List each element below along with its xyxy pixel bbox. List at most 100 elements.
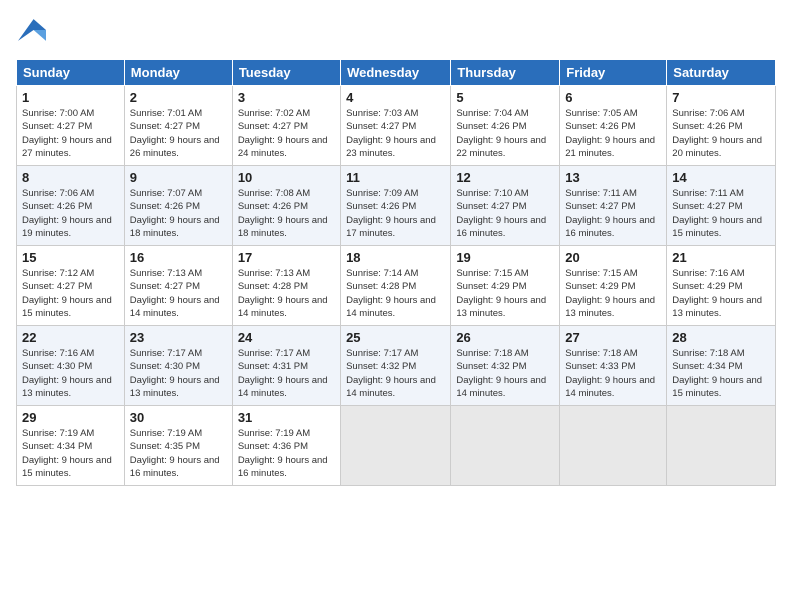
day-number: 16 (130, 250, 227, 265)
calendar-cell: 19 Sunrise: 7:15 AMSunset: 4:29 PMDaylig… (451, 246, 560, 326)
calendar-cell: 17 Sunrise: 7:13 AMSunset: 4:28 PMDaylig… (232, 246, 340, 326)
day-info: Sunrise: 7:16 AMSunset: 4:30 PMDaylight:… (22, 348, 112, 399)
day-info: Sunrise: 7:07 AMSunset: 4:26 PMDaylight:… (130, 188, 220, 239)
calendar-cell: 30 Sunrise: 7:19 AMSunset: 4:35 PMDaylig… (124, 406, 232, 486)
calendar-cell: 6 Sunrise: 7:05 AMSunset: 4:26 PMDayligh… (560, 86, 667, 166)
weekday-header-friday: Friday (560, 60, 667, 86)
calendar-week-row: 29 Sunrise: 7:19 AMSunset: 4:34 PMDaylig… (17, 406, 776, 486)
weekday-header-wednesday: Wednesday (341, 60, 451, 86)
day-number: 10 (238, 170, 335, 185)
day-number: 3 (238, 90, 335, 105)
calendar-cell: 23 Sunrise: 7:17 AMSunset: 4:30 PMDaylig… (124, 326, 232, 406)
day-info: Sunrise: 7:05 AMSunset: 4:26 PMDaylight:… (565, 108, 655, 159)
day-info: Sunrise: 7:02 AMSunset: 4:27 PMDaylight:… (238, 108, 328, 159)
day-number: 24 (238, 330, 335, 345)
calendar-body: 1 Sunrise: 7:00 AMSunset: 4:27 PMDayligh… (17, 86, 776, 486)
header (16, 16, 776, 49)
day-info: Sunrise: 7:18 AMSunset: 4:34 PMDaylight:… (672, 348, 762, 399)
day-number: 20 (565, 250, 661, 265)
day-number: 23 (130, 330, 227, 345)
calendar-cell: 5 Sunrise: 7:04 AMSunset: 4:26 PMDayligh… (451, 86, 560, 166)
calendar-cell (560, 406, 667, 486)
calendar-cell: 18 Sunrise: 7:14 AMSunset: 4:28 PMDaylig… (341, 246, 451, 326)
day-info: Sunrise: 7:13 AMSunset: 4:27 PMDaylight:… (130, 268, 220, 319)
day-info: Sunrise: 7:14 AMSunset: 4:28 PMDaylight:… (346, 268, 436, 319)
day-info: Sunrise: 7:11 AMSunset: 4:27 PMDaylight:… (672, 188, 762, 239)
day-info: Sunrise: 7:19 AMSunset: 4:34 PMDaylight:… (22, 428, 112, 479)
day-info: Sunrise: 7:00 AMSunset: 4:27 PMDaylight:… (22, 108, 112, 159)
day-number: 13 (565, 170, 661, 185)
weekday-header-thursday: Thursday (451, 60, 560, 86)
day-info: Sunrise: 7:06 AMSunset: 4:26 PMDaylight:… (22, 188, 112, 239)
day-number: 21 (672, 250, 770, 265)
day-number: 25 (346, 330, 445, 345)
day-number: 12 (456, 170, 554, 185)
day-number: 2 (130, 90, 227, 105)
day-info: Sunrise: 7:17 AMSunset: 4:30 PMDaylight:… (130, 348, 220, 399)
day-info: Sunrise: 7:18 AMSunset: 4:32 PMDaylight:… (456, 348, 546, 399)
calendar-cell: 22 Sunrise: 7:16 AMSunset: 4:30 PMDaylig… (17, 326, 125, 406)
day-number: 19 (456, 250, 554, 265)
day-info: Sunrise: 7:16 AMSunset: 4:29 PMDaylight:… (672, 268, 762, 319)
day-info: Sunrise: 7:09 AMSunset: 4:26 PMDaylight:… (346, 188, 436, 239)
day-number: 28 (672, 330, 770, 345)
day-info: Sunrise: 7:15 AMSunset: 4:29 PMDaylight:… (456, 268, 546, 319)
calendar-cell: 28 Sunrise: 7:18 AMSunset: 4:34 PMDaylig… (667, 326, 776, 406)
day-info: Sunrise: 7:03 AMSunset: 4:27 PMDaylight:… (346, 108, 436, 159)
weekday-header-tuesday: Tuesday (232, 60, 340, 86)
calendar-week-row: 8 Sunrise: 7:06 AMSunset: 4:26 PMDayligh… (17, 166, 776, 246)
calendar-cell: 8 Sunrise: 7:06 AMSunset: 4:26 PMDayligh… (17, 166, 125, 246)
day-info: Sunrise: 7:17 AMSunset: 4:31 PMDaylight:… (238, 348, 328, 399)
calendar-header-row: SundayMondayTuesdayWednesdayThursdayFrid… (17, 60, 776, 86)
day-number: 14 (672, 170, 770, 185)
day-number: 27 (565, 330, 661, 345)
day-info: Sunrise: 7:11 AMSunset: 4:27 PMDaylight:… (565, 188, 655, 239)
day-number: 9 (130, 170, 227, 185)
calendar-cell: 29 Sunrise: 7:19 AMSunset: 4:34 PMDaylig… (17, 406, 125, 486)
day-number: 31 (238, 410, 335, 425)
day-number: 1 (22, 90, 119, 105)
calendar-cell: 20 Sunrise: 7:15 AMSunset: 4:29 PMDaylig… (560, 246, 667, 326)
day-info: Sunrise: 7:13 AMSunset: 4:28 PMDaylight:… (238, 268, 328, 319)
calendar-cell (667, 406, 776, 486)
calendar-cell: 15 Sunrise: 7:12 AMSunset: 4:27 PMDaylig… (17, 246, 125, 326)
calendar-cell: 13 Sunrise: 7:11 AMSunset: 4:27 PMDaylig… (560, 166, 667, 246)
day-number: 7 (672, 90, 770, 105)
logo-icon (18, 16, 46, 44)
day-info: Sunrise: 7:19 AMSunset: 4:36 PMDaylight:… (238, 428, 328, 479)
calendar-cell: 14 Sunrise: 7:11 AMSunset: 4:27 PMDaylig… (667, 166, 776, 246)
calendar-cell (451, 406, 560, 486)
calendar-cell: 31 Sunrise: 7:19 AMSunset: 4:36 PMDaylig… (232, 406, 340, 486)
day-info: Sunrise: 7:19 AMSunset: 4:35 PMDaylight:… (130, 428, 220, 479)
day-number: 17 (238, 250, 335, 265)
calendar-cell: 3 Sunrise: 7:02 AMSunset: 4:27 PMDayligh… (232, 86, 340, 166)
calendar-table: SundayMondayTuesdayWednesdayThursdayFrid… (16, 59, 776, 486)
weekday-header-saturday: Saturday (667, 60, 776, 86)
calendar-cell: 11 Sunrise: 7:09 AMSunset: 4:26 PMDaylig… (341, 166, 451, 246)
day-number: 26 (456, 330, 554, 345)
day-info: Sunrise: 7:01 AMSunset: 4:27 PMDaylight:… (130, 108, 220, 159)
day-number: 8 (22, 170, 119, 185)
day-info: Sunrise: 7:17 AMSunset: 4:32 PMDaylight:… (346, 348, 436, 399)
calendar-week-row: 22 Sunrise: 7:16 AMSunset: 4:30 PMDaylig… (17, 326, 776, 406)
calendar-cell: 16 Sunrise: 7:13 AMSunset: 4:27 PMDaylig… (124, 246, 232, 326)
calendar-cell: 1 Sunrise: 7:00 AMSunset: 4:27 PMDayligh… (17, 86, 125, 166)
calendar-cell: 21 Sunrise: 7:16 AMSunset: 4:29 PMDaylig… (667, 246, 776, 326)
calendar-cell: 25 Sunrise: 7:17 AMSunset: 4:32 PMDaylig… (341, 326, 451, 406)
day-number: 29 (22, 410, 119, 425)
calendar-cell: 10 Sunrise: 7:08 AMSunset: 4:26 PMDaylig… (232, 166, 340, 246)
calendar-cell: 9 Sunrise: 7:07 AMSunset: 4:26 PMDayligh… (124, 166, 232, 246)
calendar-cell: 2 Sunrise: 7:01 AMSunset: 4:27 PMDayligh… (124, 86, 232, 166)
logo (16, 16, 46, 49)
calendar-cell: 26 Sunrise: 7:18 AMSunset: 4:32 PMDaylig… (451, 326, 560, 406)
day-number: 11 (346, 170, 445, 185)
day-info: Sunrise: 7:15 AMSunset: 4:29 PMDaylight:… (565, 268, 655, 319)
page-container: SundayMondayTuesdayWednesdayThursdayFrid… (0, 0, 792, 494)
weekday-header-sunday: Sunday (17, 60, 125, 86)
calendar-cell: 4 Sunrise: 7:03 AMSunset: 4:27 PMDayligh… (341, 86, 451, 166)
day-number: 6 (565, 90, 661, 105)
day-number: 22 (22, 330, 119, 345)
weekday-header-monday: Monday (124, 60, 232, 86)
day-info: Sunrise: 7:08 AMSunset: 4:26 PMDaylight:… (238, 188, 328, 239)
day-number: 5 (456, 90, 554, 105)
